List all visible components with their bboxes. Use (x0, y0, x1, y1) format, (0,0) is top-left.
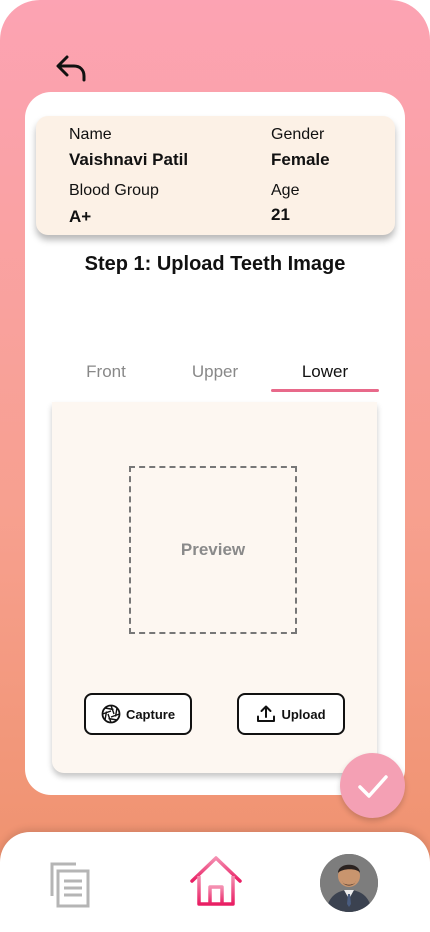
active-tab-indicator (271, 389, 379, 392)
nav-home[interactable] (188, 853, 244, 914)
preview-label: Preview (180, 540, 246, 559)
avatar-icon (320, 854, 378, 912)
nav-documents[interactable] (46, 858, 94, 915)
camera-shutter-icon (101, 704, 121, 724)
back-button[interactable] (48, 48, 92, 88)
bottom-navigation (0, 832, 430, 932)
name-value: Vaishnavi Patil (69, 150, 189, 169)
documents-icon (50, 862, 90, 908)
tab-upper[interactable]: Upper (173, 362, 257, 392)
upload-button[interactable]: Upload (237, 693, 345, 735)
tab-front[interactable]: Front (65, 362, 147, 392)
back-arrow-icon (56, 55, 86, 82)
capture-button[interactable]: Capture (84, 693, 192, 735)
gender-label: Gender (271, 126, 325, 143)
home-icon (190, 856, 242, 906)
age-value: 21 (271, 205, 290, 224)
checkmark-icon (357, 774, 388, 798)
age-label: Age (271, 182, 300, 199)
main-card: Name Vaishnavi Patil Gender Female Blood… (25, 92, 405, 795)
patient-info-card: Name Vaishnavi Patil Gender Female Blood… (36, 116, 395, 235)
gender-value: Female (271, 150, 330, 169)
blood-group-label: Blood Group (69, 182, 159, 199)
blood-group-value: A+ (69, 207, 92, 226)
confirm-button[interactable] (340, 753, 405, 818)
name-label: Name (69, 126, 112, 143)
upload-panel: Preview Capture Upload (52, 402, 377, 773)
upload-label: Upload (281, 706, 326, 722)
capture-label: Capture (125, 706, 176, 722)
image-preview-area: Preview (129, 466, 297, 634)
tab-lower[interactable]: Lower (271, 362, 379, 392)
upload-icon (257, 705, 276, 722)
profile-avatar[interactable] (320, 854, 378, 912)
step-title: Step 1: Upload Teeth Image (84, 253, 346, 275)
app-screen: Name Vaishnavi Patil Gender Female Blood… (0, 0, 430, 932)
